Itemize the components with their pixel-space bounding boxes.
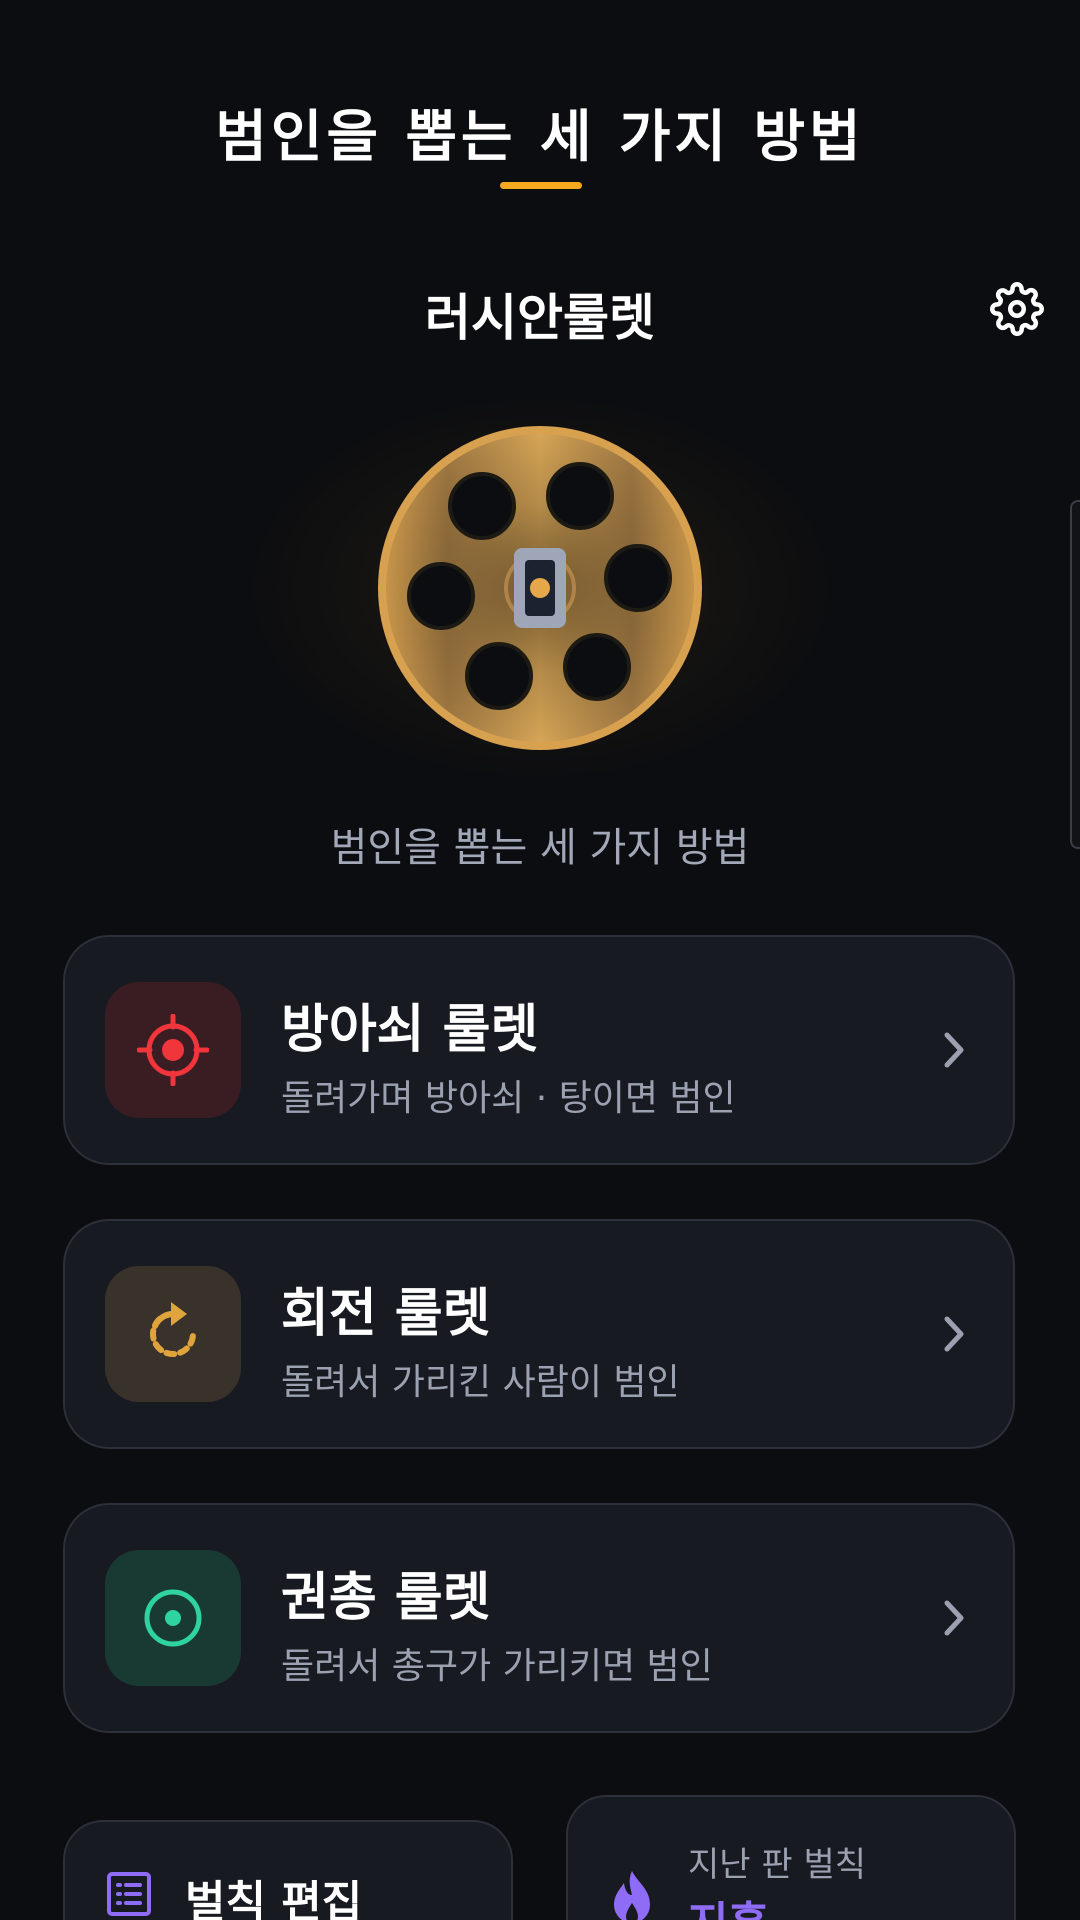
app-screen: 범인을 뽑는 세 가지 방법 러시안룰렛 범인을 뽑는 세 가지 방법 방아쇠 … <box>0 0 1080 1920</box>
edit-penalties-label: 벌칙 편집 <box>185 1877 363 1920</box>
mode-card-spin-roulette[interactable]: 회전 룰렛 돌려서 가리킨 사람이 범인 <box>63 1219 1015 1449</box>
mode-icon-box <box>105 982 241 1118</box>
revolver-cylinder[interactable] <box>374 422 706 754</box>
mode-description: 돌려서 가리킨 사람이 범인 <box>281 1362 680 1403</box>
page-title: 범인을 뽑는 세 가지 방법 <box>215 105 865 170</box>
side-drawer-handle[interactable] <box>1070 500 1080 849</box>
edit-penalties-button[interactable]: 벌칙 편집 <box>63 1820 513 1920</box>
mode-description: 돌려가며 방아쇠 · 탕이면 범인 <box>281 1078 736 1119</box>
last-penalty-value: 지흥 <box>688 1887 769 1920</box>
rotate-icon <box>150 1302 196 1357</box>
game-title: 러시안룰렛 <box>425 289 655 347</box>
mode-icon-box <box>105 1550 241 1686</box>
crosshair-icon <box>137 1014 209 1086</box>
mode-title: 회전 룰렛 <box>281 1284 491 1344</box>
title-underline <box>500 182 582 189</box>
gear-icon <box>990 282 1044 336</box>
settings-button[interactable] <box>988 280 1046 338</box>
fire-icon <box>614 1871 650 1920</box>
last-penalty-label: 지난 판 벌칙 <box>688 1845 867 1885</box>
hero-subtitle: 범인을 뽑는 세 가지 방법 <box>330 825 750 871</box>
target-icon <box>144 1589 202 1647</box>
chevron-right-icon <box>944 1316 964 1352</box>
last-penalty-card[interactable]: 지난 판 벌칙 지흥 <box>566 1795 1016 1920</box>
mode-card-gun-roulette[interactable]: 권총 룰렛 돌려서 총구가 가리키면 범인 <box>63 1503 1015 1733</box>
list-icon <box>107 1872 151 1916</box>
mode-title: 권총 룰렛 <box>281 1568 491 1628</box>
chevron-right-icon <box>944 1032 964 1068</box>
mode-title: 방아쇠 룰렛 <box>281 1000 539 1060</box>
mode-card-trigger-roulette[interactable]: 방아쇠 룰렛 돌려가며 방아쇠 · 탕이면 범인 <box>63 935 1015 1165</box>
chevron-right-icon <box>944 1600 964 1636</box>
mode-icon-box <box>105 1266 241 1402</box>
mode-description: 돌려서 총구가 가리키면 범인 <box>281 1646 713 1687</box>
